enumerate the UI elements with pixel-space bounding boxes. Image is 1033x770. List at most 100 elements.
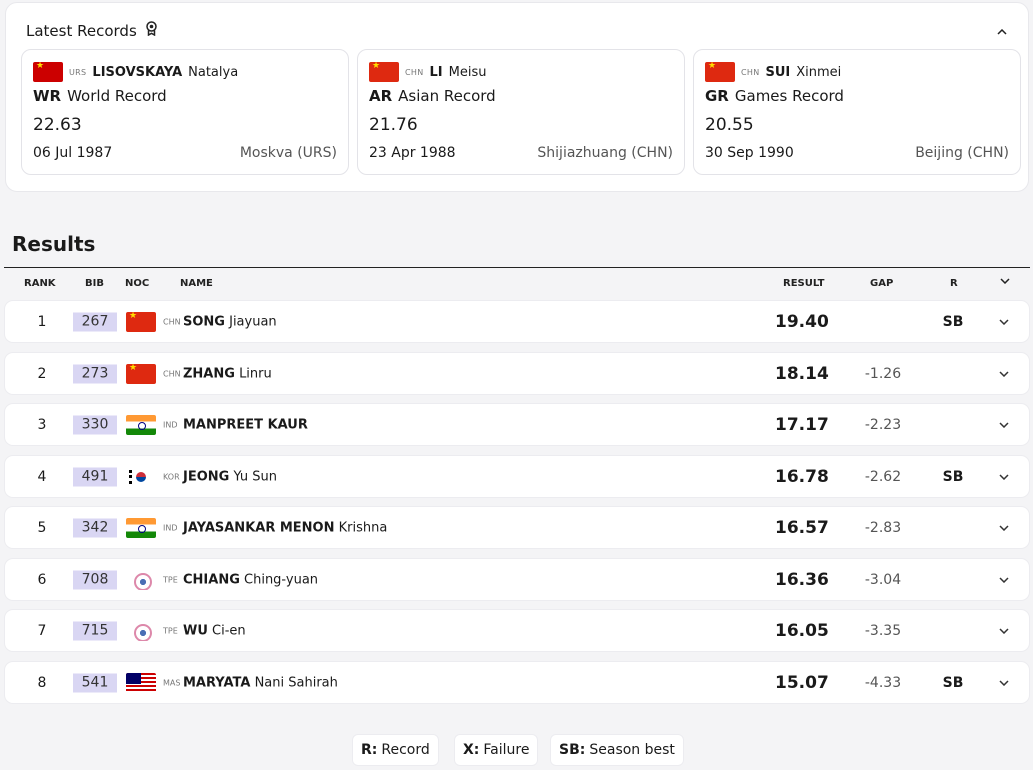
record-type: AR Asian Record — [369, 87, 673, 105]
chevron-down-icon — [1000, 278, 1010, 285]
column-header-rank: RANK — [24, 278, 56, 289]
chn-flag-icon — [369, 62, 399, 82]
record-noc: CHN — [405, 67, 424, 77]
legend-code: SB: — [559, 742, 586, 758]
rank-cell: 7 — [37, 622, 47, 639]
record-noc: URS — [69, 67, 87, 77]
table-row[interactable]: 6 708 TPE CHIANG Ching-yuan 16.36 -3.04 — [4, 558, 1030, 601]
chevron-down-icon — [999, 679, 1009, 686]
athlete-name: CHIANG Ching-yuan — [183, 572, 318, 587]
record-value: 21.76 — [369, 115, 418, 135]
athlete-surname: MARYATA — [183, 675, 251, 690]
chn-flag-icon — [126, 311, 156, 332]
athlete-name: MARYATA Nani Sahirah — [183, 675, 338, 690]
bib-badge: 342 — [73, 518, 117, 537]
record-place: Moskva (URS) — [239, 145, 337, 161]
chevron-up-icon — [997, 20, 1007, 39]
bib-badge: 541 — [73, 673, 117, 692]
mas-flag-icon — [126, 672, 156, 693]
expand-row-button[interactable] — [997, 573, 1011, 587]
record-surname: LI — [429, 64, 443, 80]
record-code: GR — [705, 87, 729, 105]
results-table-header: RANK BIB NOC NAME RESULT GAP R — [4, 270, 1030, 298]
record-code: AR — [369, 87, 393, 105]
result-cell: 15.07 — [775, 672, 829, 693]
record-card-gr: CHN SUI Xinmei GR Games Record 20.55 30 … — [693, 49, 1021, 175]
latest-records-header: Latest Records — [26, 21, 158, 40]
legend-code: R: — [361, 742, 378, 758]
column-header-r: R — [950, 278, 958, 289]
record-date: 06 Jul 1987 — [33, 145, 113, 161]
record-athlete: CHN LI Meisu — [369, 62, 673, 82]
athlete-name: SONG Jiayuan — [183, 314, 277, 329]
legend-record: R: Record — [352, 734, 439, 766]
rank-cell: 3 — [37, 416, 47, 433]
table-row[interactable]: 8 541 MAS MARYATA Nani Sahirah 15.07 -4.33 SB — [4, 661, 1030, 704]
latest-records-panel: Latest Records URS LISOVSKAYA Natalya WR — [5, 2, 1029, 192]
result-cell: 16.78 — [775, 466, 829, 487]
medal-icon — [145, 21, 158, 40]
chevron-down-icon — [999, 421, 1009, 428]
table-row[interactable]: 5 342 IND JAYASANKAR MENON Krishna 16.57 -2.8… — [4, 506, 1030, 549]
ind-flag-icon — [126, 517, 156, 538]
gap-cell: -1.26 — [864, 365, 902, 382]
expand-row-button[interactable] — [997, 418, 1011, 432]
athlete-surname: SONG — [183, 314, 225, 329]
record-type: WR World Record — [33, 87, 337, 105]
chn-flag-icon — [126, 363, 156, 384]
rank-cell: 1 — [37, 313, 47, 330]
bib-badge: 273 — [73, 364, 117, 383]
athlete-given-name: Nani Sahirah — [254, 675, 338, 690]
athlete-name: MANPREET KAUR — [183, 417, 308, 432]
noc-cell: IND — [163, 420, 178, 429]
noc-cell: TPE — [163, 626, 178, 635]
record-footer: 30 Sep 1990 Beijing (CHN) — [705, 145, 1009, 161]
record-surname: SUI — [765, 64, 791, 80]
gap-cell: -2.23 — [864, 416, 902, 433]
legend-label: Failure — [483, 742, 530, 758]
record-cell: SB — [942, 674, 964, 691]
expand-row-button[interactable] — [997, 367, 1011, 381]
athlete-surname: ZHANG — [183, 366, 235, 381]
athlete-given-name: Krishna — [338, 520, 388, 535]
table-row[interactable]: 2 273 CHNZHANG Linru 18.14 -1.26 — [4, 352, 1030, 395]
collapse-records-button[interactable] — [994, 21, 1010, 37]
record-athlete: CHN SUI Xinmei — [705, 62, 1009, 82]
expand-row-button[interactable] — [997, 624, 1011, 638]
chn-flag-icon — [705, 62, 735, 82]
latest-records-title: Latest Records — [26, 21, 137, 40]
noc-cell: MAS — [163, 678, 181, 687]
table-row[interactable]: 7 715 TPE WU Ci-en 16.05 -3.35 — [4, 609, 1030, 652]
table-row[interactable]: 3 330 IND MANPREET KAUR 17.17 -2.23 — [4, 403, 1030, 446]
record-place: Shijiazhuang (CHN) — [537, 145, 673, 161]
expand-all-button[interactable] — [1000, 276, 1010, 287]
record-value: 20.55 — [705, 115, 754, 135]
chevron-down-icon — [999, 576, 1009, 583]
chevron-down-icon — [999, 473, 1009, 480]
noc-cell: IND — [163, 523, 178, 532]
table-row[interactable]: 4 491 KOR JEONG Yu Sun 16.78 -2.62 SB — [4, 455, 1030, 498]
expand-row-button[interactable] — [997, 521, 1011, 535]
record-label: Asian Record — [398, 87, 496, 105]
column-header-gap: GAP — [870, 278, 894, 289]
table-row[interactable]: 1 267 CHNSONG Jiayuan 19.40 SB — [4, 300, 1030, 343]
rank-cell: 2 — [37, 365, 47, 382]
expand-row-button[interactable] — [997, 315, 1011, 329]
expand-row-button[interactable] — [997, 676, 1011, 690]
legend-failure: X: Failure — [454, 734, 539, 766]
noc-cell: TPE — [163, 575, 178, 584]
record-label: Games Record — [734, 87, 844, 105]
athlete-given-name: Jiayuan — [229, 314, 277, 329]
results-title: Results — [12, 232, 96, 256]
result-cell: 19.40 — [775, 311, 829, 332]
athlete-surname: JAYASANKAR MENON — [183, 520, 335, 535]
record-noc: CHN — [741, 67, 760, 77]
record-cell: SB — [942, 313, 964, 330]
legend-code: X: — [463, 742, 480, 758]
expand-row-button[interactable] — [997, 470, 1011, 484]
record-type: GR Games Record — [705, 87, 1009, 105]
record-athlete: URS LISOVSKAYA Natalya — [33, 62, 337, 82]
record-value: 22.63 — [33, 115, 82, 135]
urs-flag-icon — [33, 62, 63, 82]
athlete-name: JEONG Yu Sun — [183, 469, 277, 484]
